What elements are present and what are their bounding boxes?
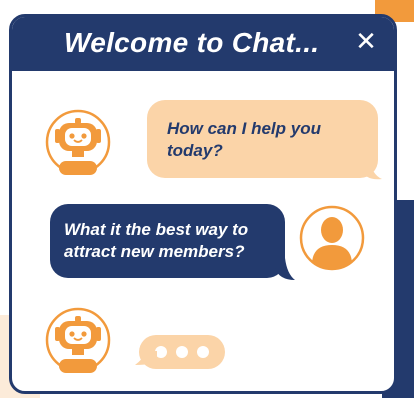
user-message-text: What it the best way to attract new memb…: [64, 220, 249, 261]
chat-title: Welcome to Chat...: [64, 27, 320, 58]
bubble-tail: [135, 351, 157, 365]
typing-dot: [176, 346, 188, 358]
chat-header: Welcome to Chat... ✕: [12, 17, 394, 71]
user-avatar: [299, 205, 365, 271]
bubble-tail: [360, 157, 382, 180]
typing-dot: [197, 346, 209, 358]
bot-avatar: [45, 307, 111, 373]
chat-window: Welcome to Chat... ✕ How can I help you …: [9, 14, 397, 394]
bot-message-text: How can I help you today?: [167, 119, 321, 160]
user-message-bubble: What it the best way to attract new memb…: [50, 204, 285, 278]
bot-avatar: [45, 109, 111, 175]
close-icon[interactable]: ✕: [352, 27, 380, 55]
bubble-tail: [275, 258, 295, 280]
bot-message-bubble: How can I help you today?: [147, 100, 378, 178]
